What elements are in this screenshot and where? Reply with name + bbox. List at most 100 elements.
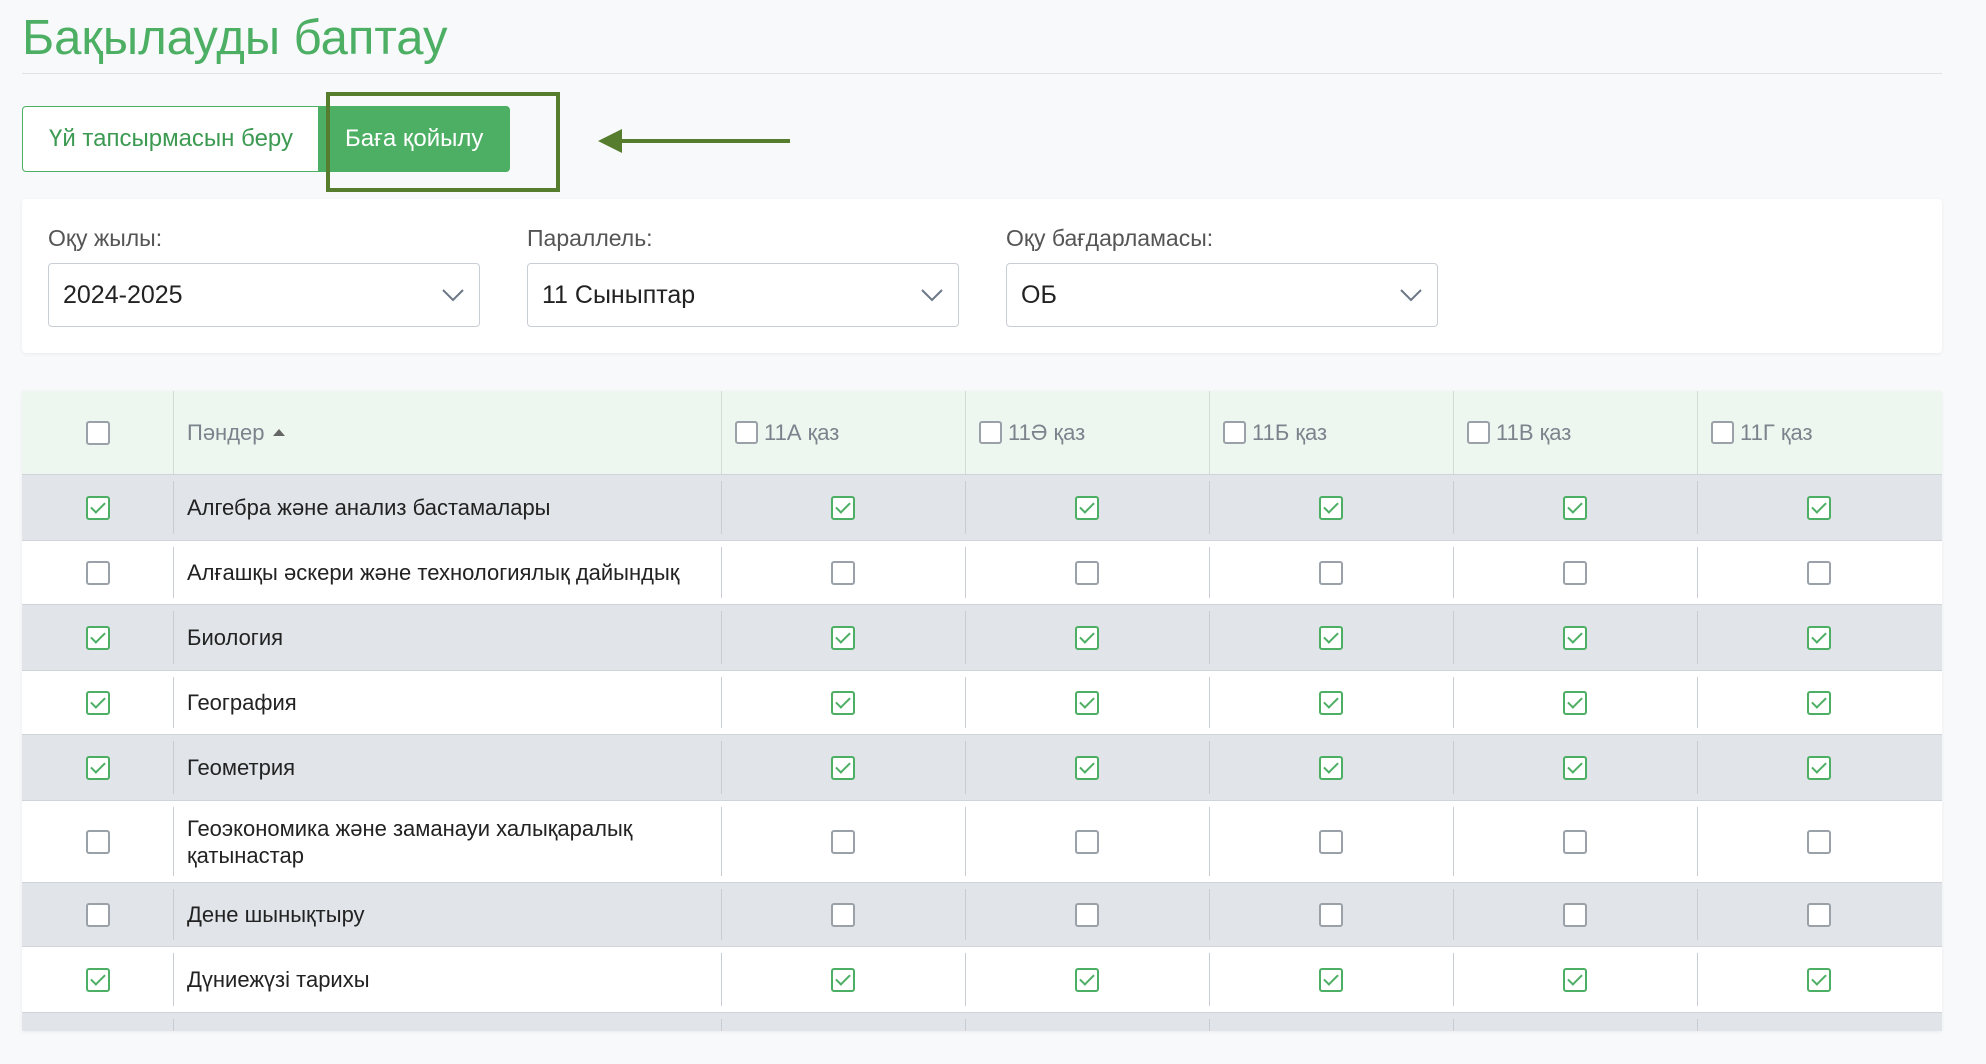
subject-cell: Алғашқы әскери және технологиялық дайынд… bbox=[173, 541, 721, 604]
class-subject-checkbox[interactable] bbox=[1319, 690, 1343, 715]
row-select-checkbox[interactable] bbox=[85, 690, 110, 715]
header-subject-cell[interactable]: Пәндер bbox=[173, 391, 721, 474]
table-row bbox=[22, 1013, 1942, 1031]
class-cell bbox=[1209, 1013, 1453, 1031]
class-subject-checkbox[interactable] bbox=[1319, 755, 1343, 780]
class-cell bbox=[1209, 883, 1453, 946]
title-divider bbox=[22, 73, 1942, 74]
class-cell bbox=[721, 735, 965, 800]
table-row: Алгебра және анализ бастамалары bbox=[22, 475, 1942, 541]
class-subject-checkbox[interactable] bbox=[1806, 560, 1831, 585]
class-subject-checkbox[interactable] bbox=[831, 495, 855, 520]
subject-cell bbox=[173, 1013, 721, 1031]
class-subject-checkbox[interactable] bbox=[1806, 495, 1831, 520]
subject-name: Геометрия bbox=[187, 755, 296, 780]
page-title: Бақылауды баптау bbox=[22, 11, 448, 65]
tab-grading[interactable]: Баға қойылу bbox=[318, 106, 511, 172]
header-class-4: 11Г қаз bbox=[1697, 391, 1940, 474]
class-subject-checkbox[interactable] bbox=[1319, 1030, 1343, 1031]
class-subject-checkbox[interactable] bbox=[1075, 1030, 1099, 1031]
class-subject-checkbox[interactable] bbox=[1563, 902, 1587, 927]
class-subject-checkbox[interactable] bbox=[831, 560, 855, 585]
class-subject-checkbox[interactable] bbox=[1806, 625, 1831, 650]
class-subject-checkbox[interactable] bbox=[1563, 829, 1587, 854]
class-cell bbox=[1453, 671, 1697, 734]
class-subject-checkbox[interactable] bbox=[1075, 902, 1099, 927]
class-select-checkbox[interactable] bbox=[735, 421, 758, 444]
class-subject-checkbox[interactable] bbox=[1075, 967, 1099, 992]
pointer-arrow-icon bbox=[598, 129, 790, 153]
class-subject-checkbox[interactable] bbox=[1563, 495, 1587, 520]
class-subject-checkbox[interactable] bbox=[831, 902, 855, 927]
class-subject-checkbox[interactable] bbox=[1319, 829, 1343, 854]
class-subject-checkbox[interactable] bbox=[1806, 902, 1831, 927]
class-subject-checkbox[interactable] bbox=[1075, 625, 1099, 650]
class-subject-checkbox[interactable] bbox=[831, 967, 855, 992]
class-subject-checkbox[interactable] bbox=[1806, 755, 1831, 780]
row-select-checkbox[interactable] bbox=[85, 495, 110, 520]
class-subject-checkbox[interactable] bbox=[1563, 625, 1587, 650]
row-select-cell bbox=[22, 671, 173, 734]
class-subject-checkbox[interactable] bbox=[1563, 1030, 1587, 1031]
row-select-checkbox[interactable] bbox=[85, 625, 110, 650]
class-cell bbox=[1453, 947, 1697, 1012]
class-subject-checkbox[interactable] bbox=[831, 625, 855, 650]
select-all-checkbox[interactable] bbox=[85, 420, 110, 445]
class-subject-checkbox[interactable] bbox=[1075, 495, 1099, 520]
class-subject-checkbox[interactable] bbox=[831, 755, 855, 780]
class-cell bbox=[1453, 605, 1697, 670]
subject-name: Алғашқы әскери және технологиялық дайынд… bbox=[187, 560, 680, 585]
class-cell bbox=[965, 883, 1209, 946]
row-select-checkbox[interactable] bbox=[85, 560, 110, 585]
class-subject-checkbox[interactable] bbox=[1806, 829, 1831, 854]
class-subject-checkbox[interactable] bbox=[1319, 495, 1343, 520]
class-cell bbox=[1453, 1013, 1697, 1031]
subject-cell: География bbox=[173, 671, 721, 734]
row-select-cell bbox=[22, 605, 173, 670]
parallel-select-value: 11 Сыныптар bbox=[542, 280, 696, 309]
row-select-cell bbox=[22, 1013, 173, 1031]
class-subject-checkbox[interactable] bbox=[1319, 560, 1343, 585]
class-subject-checkbox[interactable] bbox=[1075, 755, 1099, 780]
row-select-checkbox[interactable] bbox=[85, 829, 110, 854]
class-subject-checkbox[interactable] bbox=[1806, 690, 1831, 715]
subject-name: География bbox=[187, 690, 297, 715]
row-select-checkbox[interactable] bbox=[85, 755, 110, 780]
class-subject-checkbox[interactable] bbox=[1563, 560, 1587, 585]
class-subject-checkbox[interactable] bbox=[1806, 967, 1831, 992]
class-subject-checkbox[interactable] bbox=[1806, 1030, 1831, 1031]
class-subject-checkbox[interactable] bbox=[1319, 625, 1343, 650]
class-subject-checkbox[interactable] bbox=[1075, 560, 1099, 585]
row-select-checkbox[interactable] bbox=[85, 902, 110, 927]
class-subject-checkbox[interactable] bbox=[831, 829, 855, 854]
class-subject-checkbox[interactable] bbox=[1075, 829, 1099, 854]
class-select-checkbox[interactable] bbox=[979, 421, 1002, 444]
chevron-down-icon bbox=[442, 289, 464, 302]
class-cell bbox=[1209, 735, 1453, 800]
subject-name: Биология bbox=[187, 625, 284, 650]
class-column-label: 11Ә қаз bbox=[1008, 419, 1086, 445]
class-subject-checkbox[interactable] bbox=[1319, 902, 1343, 927]
class-subject-checkbox[interactable] bbox=[1563, 755, 1587, 780]
class-subject-checkbox[interactable] bbox=[1563, 967, 1587, 992]
program-select[interactable]: ОБ bbox=[1006, 263, 1438, 327]
class-column-label: 11В қаз bbox=[1496, 419, 1572, 445]
class-select-checkbox[interactable] bbox=[1711, 421, 1734, 444]
class-cell bbox=[965, 735, 1209, 800]
class-subject-checkbox[interactable] bbox=[831, 690, 855, 715]
tab-homework[interactable]: Үй тапсырмасын беру bbox=[22, 106, 321, 172]
row-select-checkbox[interactable] bbox=[85, 1030, 110, 1031]
class-subject-checkbox[interactable] bbox=[1563, 690, 1587, 715]
class-subject-checkbox[interactable] bbox=[831, 1030, 855, 1031]
year-select-value: 2024-2025 bbox=[63, 280, 183, 309]
year-select[interactable]: 2024-2025 bbox=[48, 263, 480, 327]
class-select-checkbox[interactable] bbox=[1223, 421, 1246, 444]
class-cell bbox=[721, 883, 965, 946]
class-subject-checkbox[interactable] bbox=[1075, 690, 1099, 715]
class-select-checkbox[interactable] bbox=[1467, 421, 1490, 444]
class-subject-checkbox[interactable] bbox=[1319, 967, 1343, 992]
parallel-select[interactable]: 11 Сыныптар bbox=[527, 263, 959, 327]
class-cell bbox=[1697, 735, 1940, 800]
table-header: Пәндер 11А қаз 11Ә қаз 11Б қаз 11В қаз 1… bbox=[22, 391, 1942, 475]
row-select-checkbox[interactable] bbox=[85, 967, 110, 992]
